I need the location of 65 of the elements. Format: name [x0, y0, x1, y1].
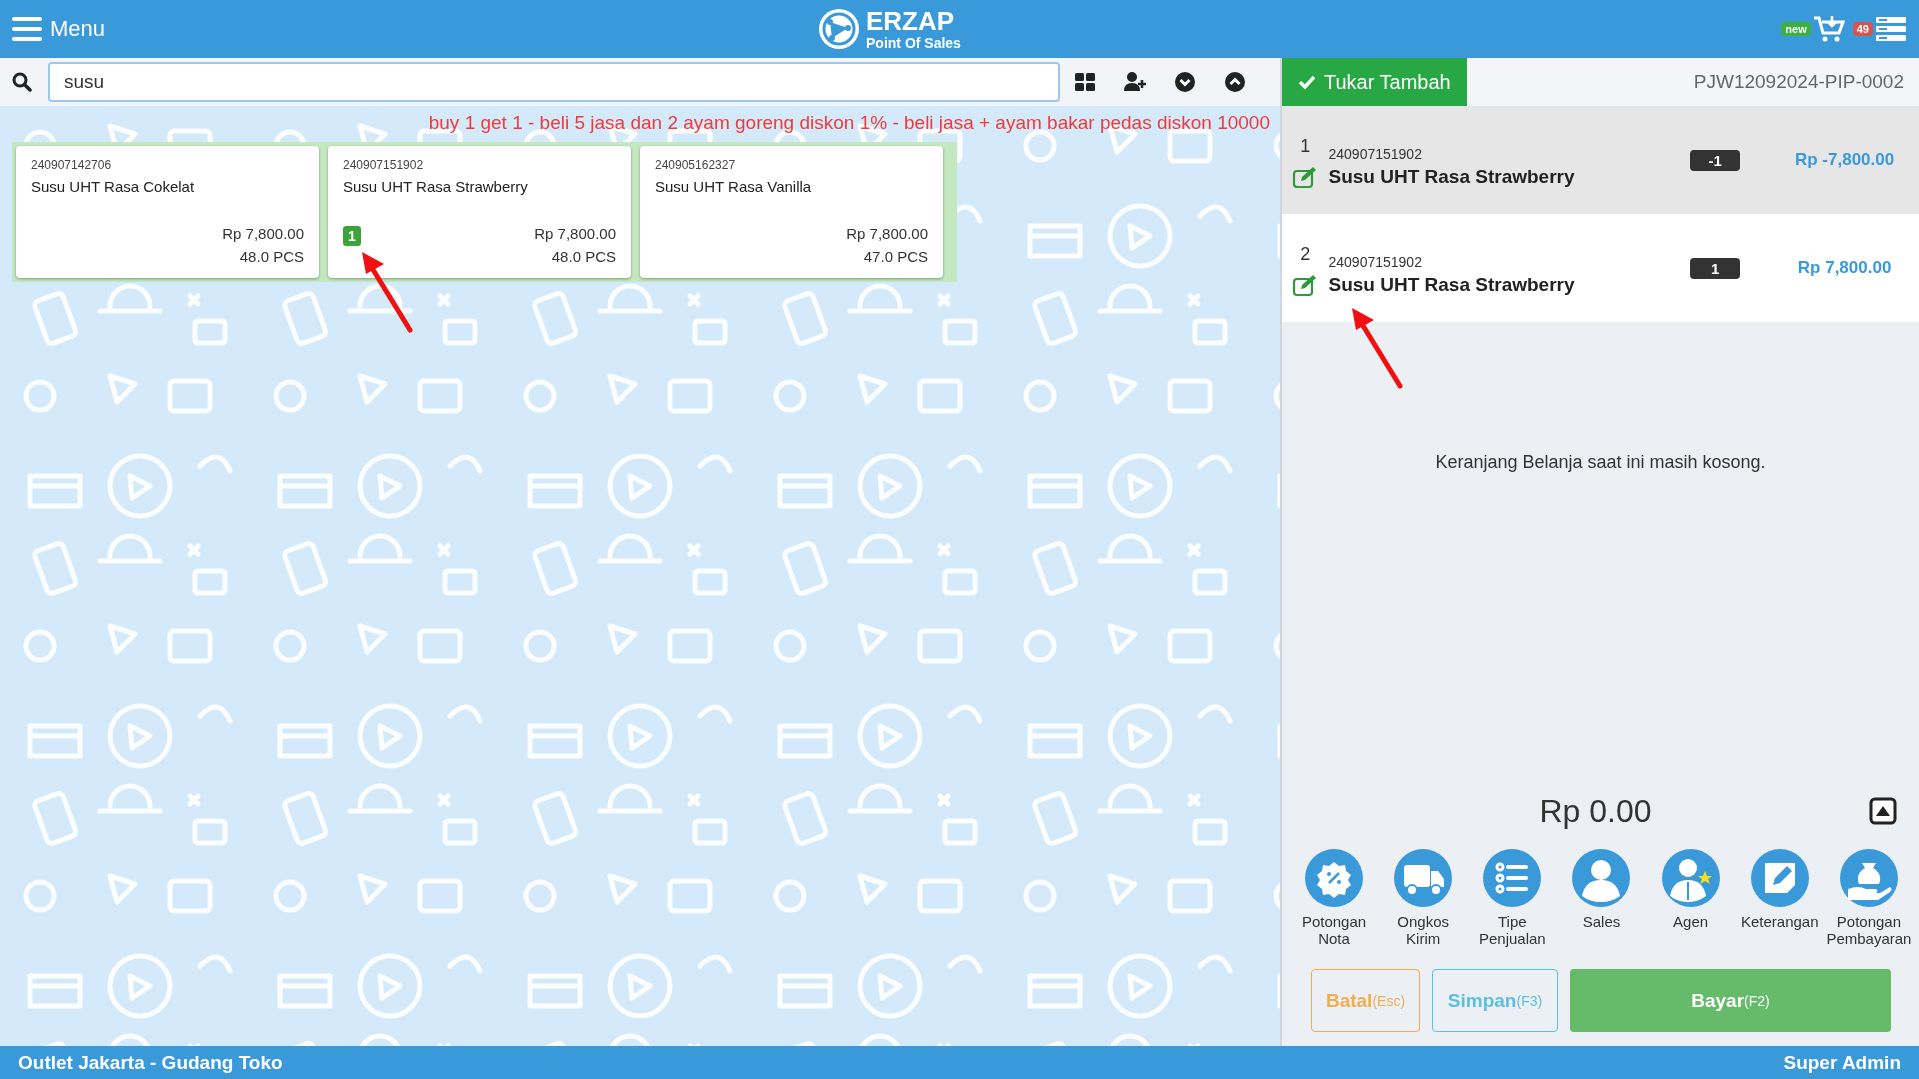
outlet-name: Outlet Jakarta - Gudang Toko	[18, 1051, 283, 1074]
item-name: Susu UHT Rasa Strawberry	[1328, 166, 1576, 188]
item-number: 2	[1300, 243, 1311, 265]
product-card[interactable]: 240907151902 Susu UHT Rasa Strawberry 1 Rp 7,800.00 48.0 PCS	[328, 146, 631, 278]
item-number: 1	[1300, 135, 1311, 157]
list-icon	[1875, 15, 1907, 43]
truck-icon	[1394, 849, 1453, 907]
product-code: 240907151902	[343, 158, 425, 172]
edit-icon[interactable]	[1292, 164, 1319, 189]
item-amount: Rp 7,800.00	[1796, 258, 1893, 278]
promo-text: buy 1 get 1 - beli 5 jasa dan 2 ayam goreng diskon 1% - beli jasa + ayam bakar pedas diskon 10000	[428, 112, 1270, 133]
product-name: Susu UHT Rasa Strawberry	[343, 178, 529, 195]
quantity-badge: 1	[1690, 257, 1741, 279]
search-icon	[12, 72, 32, 92]
queue-button[interactable]: 49	[1852, 15, 1907, 43]
check-icon	[1298, 74, 1316, 90]
action-button[interactable]: Agen	[1646, 849, 1735, 947]
product-card[interactable]: 240907142706 Susu UHT Rasa Cokelat Rp 7,800.00 48.0 PCS	[16, 146, 319, 278]
action-button[interactable]: Sales	[1557, 849, 1646, 947]
user-plus-icon	[1124, 71, 1146, 93]
discount-icon	[1305, 849, 1363, 907]
product-code: 240905162327	[655, 158, 737, 172]
menu-icon	[12, 16, 42, 42]
product-name: Susu UHT Rasa Cokelat	[31, 178, 196, 195]
expand-button[interactable]	[1869, 797, 1897, 825]
cart-item[interactable]: 2 240907151902 Susu UHT Rasa Strawberry 1 Rp 7,800.00	[1282, 214, 1919, 322]
user-name: Super Admin	[1783, 1051, 1901, 1074]
action-button[interactable]: Keterangan	[1735, 849, 1824, 947]
brand-name: ERZAP	[866, 8, 956, 34]
invoice-number: PJW12092024-PIP-0002	[1693, 71, 1904, 93]
item-code: 240907151902	[1328, 146, 1423, 162]
edit-icon[interactable]	[1292, 272, 1319, 297]
product-price: Rp 7,800.00	[534, 224, 616, 244]
cart-count-badge: 1	[343, 226, 361, 246]
chevron-down-icon	[1174, 71, 1196, 93]
total-amount: Rp 0.00	[1538, 792, 1652, 830]
action-button[interactable]: Ongkos Kirim	[1379, 849, 1468, 947]
edit-note-icon	[1750, 849, 1809, 907]
empty-cart-message: Keranjang Belanja saat ini masih kosong.	[1435, 452, 1766, 474]
product-stock: 47.0 PCS	[862, 247, 928, 267]
search-field[interactable]: susu	[48, 62, 1060, 102]
item-amount: Rp -7,800.00	[1794, 150, 1896, 170]
grid-icon	[1074, 71, 1096, 93]
product-name: Susu UHT Rasa Vanilla	[655, 178, 813, 195]
quantity-badge: -1	[1690, 149, 1741, 171]
product-stock: 48.0 PCS	[238, 247, 304, 267]
person-icon	[1572, 849, 1631, 907]
item-name: Susu UHT Rasa Strawberry	[1328, 274, 1576, 296]
logo-icon	[818, 8, 860, 50]
brand-tagline: Point Of Sales	[866, 36, 961, 50]
product-card[interactable]: 240905162327 Susu UHT Rasa Vanilla Rp 7,800.00 47.0 PCS	[640, 146, 943, 278]
product-price: Rp 7,800.00	[846, 224, 928, 244]
product-code: 240907142706	[31, 158, 113, 172]
product-stock: 48.0 PCS	[550, 247, 616, 267]
list-icon	[1483, 849, 1542, 907]
product-price: Rp 7,800.00	[222, 224, 304, 244]
action-button[interactable]: Tipe Penjualan	[1468, 849, 1557, 947]
money-hand-icon	[1839, 849, 1898, 907]
chevron-up-icon	[1224, 71, 1246, 93]
cart-item[interactable]: 1 240907151902 Susu UHT Rasa Strawberry -1 Rp -7,800.00	[1282, 106, 1919, 214]
item-code: 240907151902	[1328, 254, 1423, 270]
action-button[interactable]: Potongan Pembayaran	[1824, 849, 1913, 947]
caret-up-icon	[1869, 797, 1897, 825]
action-button[interactable]: Potongan Nota	[1290, 849, 1378, 947]
cart-icon	[1812, 15, 1845, 43]
